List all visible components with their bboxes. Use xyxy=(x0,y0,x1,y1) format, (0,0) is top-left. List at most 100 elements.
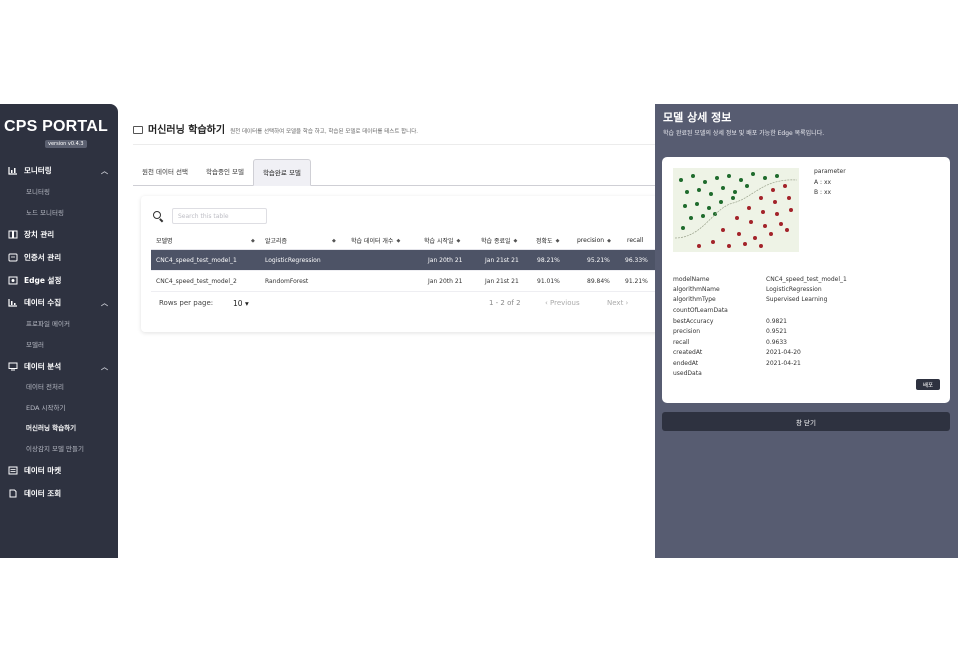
plot-point xyxy=(695,202,699,206)
sort-icon: ◆ xyxy=(607,237,611,244)
sidebar-item-certificate-management[interactable]: 인증서 관리 xyxy=(8,252,108,263)
tab-source-data[interactable]: 원천 데이터 선택 xyxy=(133,159,197,186)
plot-point xyxy=(737,232,741,236)
detail-value: Supervised Learning xyxy=(766,296,828,303)
brand-logo[interactable]: CPS PORTAL xyxy=(4,118,108,136)
sidebar-item-data-query[interactable]: 데이터 조회 xyxy=(8,488,108,499)
sidebar-item-node-monitoring[interactable]: 노드 모니터링 xyxy=(26,207,64,217)
models-table-card: 모델명 ◆ 알고리즘 ◆ 학습 데이터 개수◆ 학습 시작일◆ 학습 종료일◆ … xyxy=(141,196,661,332)
divider xyxy=(133,144,655,145)
sidebar-item-eda[interactable]: EDA 시작하기 xyxy=(26,402,65,412)
plot-point xyxy=(733,190,737,194)
page-range: 1 - 2 of 2 xyxy=(489,299,521,307)
column-header-train-count[interactable]: 학습 데이터 개수 ◆ xyxy=(351,232,400,249)
caret-down-icon: ▾ xyxy=(244,299,249,308)
cell-start-date: Jan 20th 21 xyxy=(428,256,463,264)
previous-page-button[interactable]: ‹ Previous xyxy=(545,299,580,307)
sidebar-group-data-analysis[interactable]: 데이터 분석 ︿ xyxy=(8,361,108,372)
sidebar-item-device-management[interactable]: 장치 관리 xyxy=(8,229,108,240)
detail-key: modelName xyxy=(673,276,710,283)
certificate-icon xyxy=(8,253,18,262)
sort-icon[interactable]: ◆ xyxy=(248,232,255,249)
page-title: 머신러닝 학습하기 xyxy=(148,125,226,136)
sort-icon: ◆ xyxy=(396,237,401,244)
sidebar-group-data-collection[interactable]: 데이터 수집 ︿ xyxy=(8,297,108,308)
chart-icon xyxy=(8,167,17,175)
sidebar-item-profile-maker[interactable]: 프로파일 메이커 xyxy=(26,318,70,328)
cell-model-name: CNC4_speed_test_model_1 xyxy=(156,256,237,264)
plot-point xyxy=(751,172,755,176)
plot-point xyxy=(711,240,715,244)
sidebar-item-modeler[interactable]: 모델러 xyxy=(26,339,44,349)
plot-point xyxy=(759,196,763,200)
column-header-precision[interactable]: precision ◆ xyxy=(577,232,611,249)
cell-accuracy: 91.01% xyxy=(537,277,560,285)
cell-end-date: Jan 21st 21 xyxy=(485,256,519,264)
detail-value: 2021-04-21 xyxy=(766,360,801,367)
monitor-icon xyxy=(8,362,18,371)
deploy-button[interactable]: 배포 xyxy=(916,379,940,390)
detail-value: LogisticRegression xyxy=(766,286,822,293)
cell-algorithm: RandomForest xyxy=(265,277,309,285)
plot-point xyxy=(779,222,783,226)
plot-point xyxy=(735,216,739,220)
classification-plot xyxy=(673,168,799,252)
plot-point xyxy=(783,184,787,188)
detail-value: 0.9633 xyxy=(766,339,787,346)
edge-icon xyxy=(8,276,18,285)
detail-value: 0.9821 xyxy=(766,318,787,325)
page-header: 머신러닝 학습하기 원천 데이터를 선택하여 모델을 학습 하고, 학습된 모델… xyxy=(133,121,418,136)
column-header-end-date[interactable]: 학습 종료일 ◆ xyxy=(481,232,517,249)
chevron-up-icon[interactable]: ︿ xyxy=(101,166,108,176)
chevron-up-icon[interactable]: ︿ xyxy=(101,362,108,372)
plot-point xyxy=(701,214,705,218)
column-header-start-date[interactable]: 학습 시작일 ◆ xyxy=(424,232,460,249)
cell-precision: 95.21% xyxy=(587,256,610,264)
next-page-button[interactable]: Next › xyxy=(607,299,628,307)
plot-point xyxy=(785,228,789,232)
panel-title: 모델 상세 정보 xyxy=(663,111,732,124)
plot-point xyxy=(707,206,711,210)
cell-algorithm: LogisticRegression xyxy=(265,256,321,264)
column-header-algorithm[interactable]: 알고리즘 xyxy=(265,232,287,249)
detail-value: CNC4_speed_test_model_1 xyxy=(766,276,847,283)
book-icon xyxy=(8,230,18,239)
sidebar-item-anomaly-model[interactable]: 이상감지 모델 만들기 xyxy=(26,443,84,453)
tab-completed-models[interactable]: 학습완료 모델 xyxy=(252,159,311,186)
main-content: 머신러닝 학습하기 원천 데이터를 선택하여 모델을 학습 하고, 학습된 모델… xyxy=(118,104,661,558)
cell-recall: 91.21% xyxy=(625,277,648,285)
plot-point xyxy=(789,208,793,212)
column-header-accuracy[interactable]: 정확도 ◆ xyxy=(536,232,559,249)
table-row[interactable]: CNC4_speed_test_model_2 RandomForest Jan… xyxy=(151,271,661,292)
chevron-up-icon[interactable]: ︿ xyxy=(101,298,108,308)
tab-training-models[interactable]: 학습중인 모델 xyxy=(197,159,253,186)
rows-per-page-select[interactable]: 10 ▾ xyxy=(233,299,249,308)
monitor-icon xyxy=(133,126,143,134)
sidebar-item-ml-training[interactable]: 머신러닝 학습하기 xyxy=(26,422,76,432)
table-search xyxy=(153,208,267,224)
sidebar-item-monitoring[interactable]: 모니터링 xyxy=(26,186,50,196)
page-description: 원천 데이터를 선택하여 모델을 학습 하고, 학습된 모델로 데이터를 테스트… xyxy=(230,129,419,135)
plot-point xyxy=(697,244,701,248)
sort-icon: ◆ xyxy=(513,237,518,244)
detail-key: recall xyxy=(673,339,690,346)
sidebar-group-label: Edge 설정 xyxy=(24,276,62,285)
sidebar-item-edge-settings[interactable]: Edge 설정 xyxy=(8,275,108,286)
plot-point xyxy=(727,174,731,178)
sidebar-item-data-market[interactable]: 데이터 마켓 xyxy=(8,465,108,476)
search-input[interactable] xyxy=(172,208,267,224)
sort-icon[interactable]: ◆ xyxy=(329,232,336,249)
column-header-model-name[interactable]: 모델명 xyxy=(156,232,173,249)
sidebar-item-preprocessing[interactable]: 데이터 전처리 xyxy=(26,381,64,391)
detail-value: 0.9521 xyxy=(766,328,787,335)
plot-point xyxy=(739,178,743,182)
plot-point xyxy=(753,236,757,240)
sidebar-group-monitoring[interactable]: 모니터링 ︿ xyxy=(8,165,108,176)
close-window-button[interactable]: 창 닫기 xyxy=(662,412,950,431)
column-header-recall[interactable]: recall xyxy=(627,232,643,249)
detail-key: createdAt xyxy=(673,349,703,356)
cell-accuracy: 98.21% xyxy=(537,256,560,264)
plot-point xyxy=(743,242,747,246)
table-row[interactable]: CNC4_speed_test_model_1 LogisticRegressi… xyxy=(151,250,661,271)
sidebar-group-label: 데이터 분석 xyxy=(24,362,62,371)
